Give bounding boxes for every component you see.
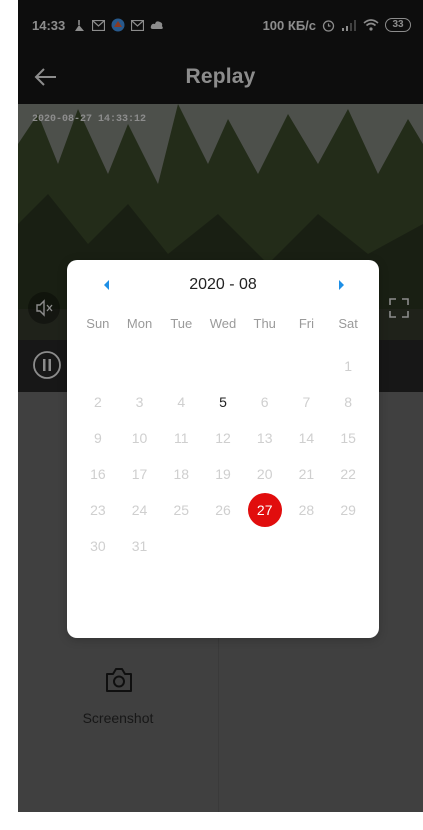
weekday-tue: Tue: [170, 316, 193, 331]
empty-cell: [202, 348, 244, 384]
calendar-dialog: 2020 - 08 Sun Mon Tue Wed Thu Fri Sat 12345678…: [67, 260, 379, 638]
day-grid: 1 2 3 4 5 6 7 8 9 10 11 12 13 14 15 16 17 18 19 20 21 22 23 24 2…: [77, 348, 369, 564]
calendar-day-30: 30: [90, 538, 106, 554]
calendar-day-16: 16: [90, 466, 106, 482]
calendar-header: 2020 - 08: [67, 260, 379, 310]
calendar-day-10: 10: [131, 430, 148, 446]
weekday-sun: Sun: [86, 316, 110, 331]
calendar-day-24: 24: [131, 502, 148, 518]
calendar-day-7: 7: [302, 394, 311, 410]
calendar-day-28: 28: [298, 502, 315, 518]
bottom-bar: [18, 812, 423, 830]
calendar-day-14: 14: [298, 430, 315, 446]
empty-cell: [286, 348, 328, 384]
calendar-day-13: 13: [256, 430, 273, 446]
weekday-thu: Thu: [253, 316, 276, 331]
calendar-day-20: 20: [256, 466, 273, 482]
next-month-icon[interactable]: [335, 278, 347, 292]
weekday-sat: Sat: [338, 316, 358, 331]
calendar-day-15: 15: [340, 430, 356, 446]
empty-cell: [244, 348, 286, 384]
calendar-day-1: 1: [344, 358, 353, 374]
previous-month-icon[interactable]: [101, 278, 113, 292]
calendar-day-29: 29: [340, 502, 356, 518]
empty-cell: [77, 348, 119, 384]
calendar-day-19: 19: [215, 466, 231, 482]
calendar-day-12: 12: [215, 430, 231, 446]
weekday-fri: Fri: [298, 316, 314, 331]
calendar-day-21: 21: [298, 466, 315, 482]
weekday-mon: Mon: [126, 316, 153, 331]
calendar-day-6: 6: [260, 394, 269, 410]
calendar-day-26: 26: [215, 502, 231, 518]
calendar-day-3: 3: [135, 394, 144, 410]
empty-cell: [119, 348, 161, 384]
calendar-day-22: 22: [340, 466, 356, 482]
calendar-month-label: 2020 - 08: [189, 276, 257, 293]
calendar-day-2: 2: [93, 394, 102, 410]
calendar-day-17: 17: [131, 466, 148, 482]
empty-cell: [160, 348, 202, 384]
calendar-day-23: 23: [90, 502, 106, 518]
weekday-wed: Wed: [209, 316, 237, 331]
phone-screen: 14:33 100 КБ/с 33 Replay 2020-08-27 14:3…: [18, 0, 423, 830]
calendar-day-27[interactable]: 27: [244, 492, 286, 528]
calendar-day-5[interactable]: 5: [202, 384, 244, 420]
calendar-day-25: 25: [173, 502, 190, 518]
calendar-day-4: 4: [177, 394, 186, 410]
calendar-day-18: 18: [173, 466, 190, 482]
calendar-day-9: 9: [93, 430, 102, 446]
calendar-day-8: 8: [344, 394, 353, 410]
calendar-day-11: 11: [174, 430, 189, 446]
calendar-day-31: 31: [131, 538, 148, 554]
weekday-row: Sun Mon Tue Wed Thu Fri Sat: [77, 316, 369, 331]
